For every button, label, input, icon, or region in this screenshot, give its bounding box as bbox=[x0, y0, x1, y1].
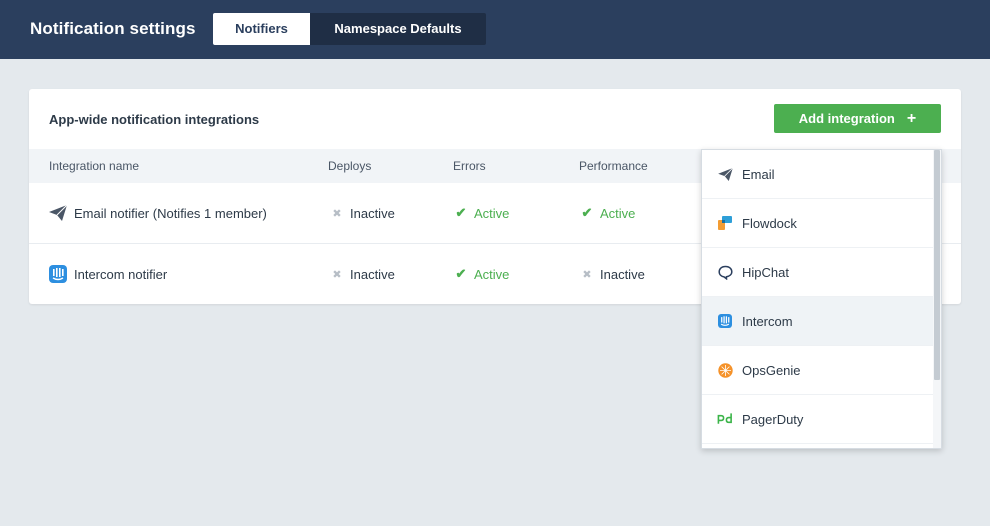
hipchat-icon bbox=[717, 264, 733, 280]
column-header-deploys: Deploys bbox=[328, 159, 372, 173]
status-text: Inactive bbox=[350, 205, 395, 221]
status-text: Inactive bbox=[600, 266, 645, 282]
flowdock-icon bbox=[717, 215, 733, 231]
pagerduty-icon bbox=[717, 411, 733, 427]
paper-plane-icon bbox=[717, 166, 733, 182]
integration-name-cell: Email notifier (Notifies 1 member) bbox=[49, 183, 267, 243]
status-text: Active bbox=[474, 205, 510, 221]
dropdown-item-pagerduty[interactable]: PagerDuty bbox=[702, 395, 934, 444]
errors-status: ✔ Active bbox=[454, 183, 510, 243]
status-text: Active bbox=[474, 266, 510, 282]
tab-namespace-defaults[interactable]: Namespace Defaults bbox=[310, 13, 486, 45]
dropdown-item-label: Flowdock bbox=[742, 215, 797, 231]
status-text: Inactive bbox=[350, 266, 395, 282]
status-text: Active bbox=[600, 205, 636, 221]
dropdown-item-intercom[interactable]: Intercom bbox=[702, 297, 934, 346]
column-header-name: Integration name bbox=[49, 159, 140, 173]
dropdown-item-label: OpsGenie bbox=[742, 362, 801, 378]
integration-name[interactable]: Email notifier (Notifies 1 member) bbox=[74, 206, 267, 221]
check-icon: ✔ bbox=[455, 266, 467, 281]
check-icon: ✔ bbox=[581, 205, 593, 220]
integration-name[interactable]: Intercom notifier bbox=[74, 267, 167, 282]
cross-icon: ✖ bbox=[582, 268, 592, 281]
dropdown-item-email[interactable]: Email bbox=[702, 150, 934, 199]
dropdown-scrollbar[interactable] bbox=[933, 150, 941, 448]
dropdown-item-flowdock[interactable]: Flowdock bbox=[702, 199, 934, 248]
tab-bar: Notifiers Namespace Defaults bbox=[213, 13, 486, 45]
integration-name-cell: Intercom notifier bbox=[49, 244, 167, 304]
dropdown-item-label: PagerDuty bbox=[742, 411, 804, 427]
add-integration-button[interactable]: Add integration + bbox=[774, 104, 941, 133]
plus-icon: + bbox=[906, 109, 917, 127]
deploys-status: ✖ Inactive bbox=[330, 183, 395, 243]
column-header-errors: Errors bbox=[453, 159, 486, 173]
tab-notifiers[interactable]: Notifiers bbox=[213, 13, 310, 45]
dropdown-item-label: Email bbox=[742, 166, 775, 182]
add-integration-label: Add integration bbox=[798, 111, 895, 126]
column-header-performance: Performance bbox=[579, 159, 648, 173]
performance-status: ✔ Active bbox=[580, 183, 636, 243]
deploys-status: ✖ Inactive bbox=[330, 244, 395, 304]
dropdown-item-hipchat[interactable]: HipChat bbox=[702, 248, 934, 297]
performance-status: ✖ Inactive bbox=[580, 244, 645, 304]
intercom-icon bbox=[49, 265, 67, 283]
dropdown-item-label: Intercom bbox=[742, 313, 793, 329]
opsgenie-icon bbox=[717, 362, 733, 378]
top-bar: Notification settings Notifiers Namespac… bbox=[0, 0, 990, 59]
cross-icon: ✖ bbox=[332, 268, 342, 281]
integration-dropdown: Email Flowdock HipChat Intercom OpsGenie… bbox=[701, 149, 942, 449]
dropdown-item-label: HipChat bbox=[742, 264, 789, 280]
intercom-icon bbox=[717, 313, 733, 329]
scrollbar-thumb[interactable] bbox=[934, 150, 940, 380]
card-title: App-wide notification integrations bbox=[49, 112, 260, 127]
check-icon: ✔ bbox=[455, 205, 467, 220]
page-title: Notification settings bbox=[30, 19, 196, 38]
errors-status: ✔ Active bbox=[454, 244, 510, 304]
paper-plane-icon bbox=[49, 204, 67, 222]
dropdown-item-opsgenie[interactable]: OpsGenie bbox=[702, 346, 934, 395]
cross-icon: ✖ bbox=[332, 207, 342, 220]
